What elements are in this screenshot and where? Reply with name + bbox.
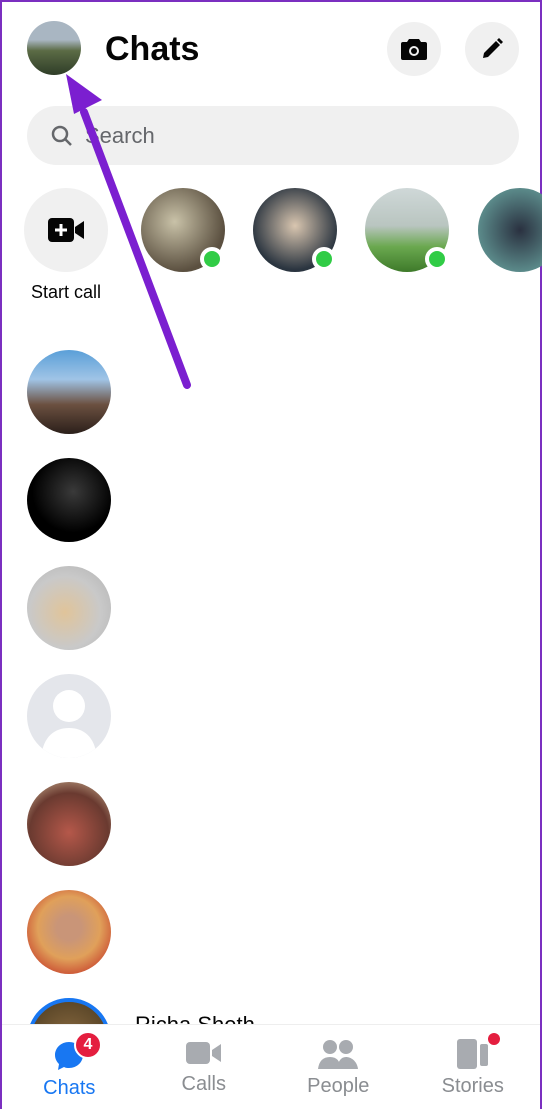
new-story-dot [487,1033,500,1045]
tab-people[interactable]: People [271,1025,406,1109]
tab-calls[interactable]: Calls [137,1025,272,1109]
people-icon [318,1040,359,1069]
tab-label: Stories [441,1075,504,1097]
tab-label: Calls [181,1073,226,1095]
unread-badge: 4 [74,1031,102,1059]
annotation-arrow [66,74,191,389]
tab-label: Chats [43,1077,96,1099]
tab-label: People [307,1075,370,1097]
video-camera-icon [185,1042,221,1064]
bottom-nav: 4 Chats Calls People Stories [2,1024,540,1109]
tab-stories[interactable]: Stories [406,1025,541,1109]
stories-icon [456,1039,488,1069]
tab-chats[interactable]: 4 Chats [2,1025,137,1109]
